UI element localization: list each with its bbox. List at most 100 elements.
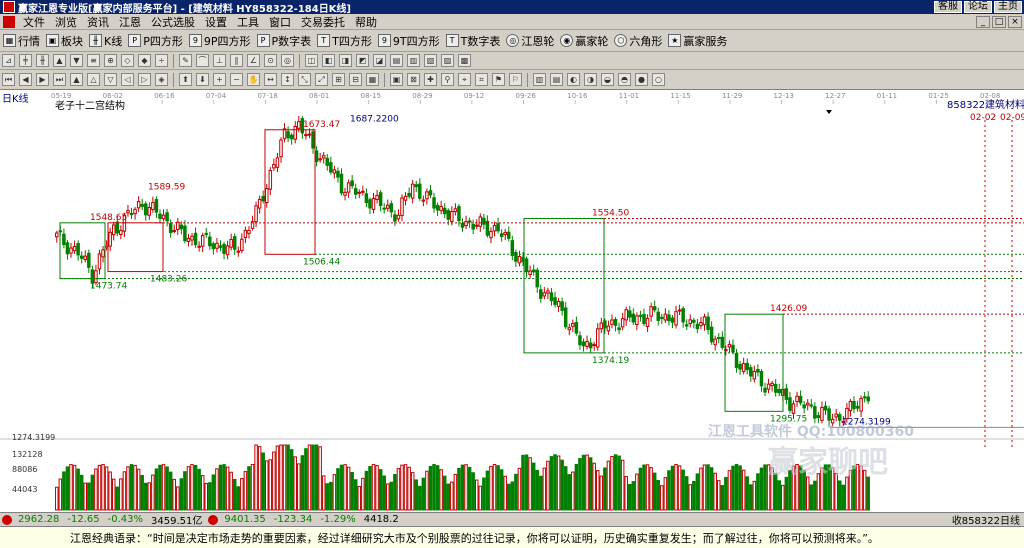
toolbar-sector-button[interactable]: ▣ 板块 <box>46 33 83 49</box>
analysis-tool-icon[interactable]: ⤢ <box>315 73 328 86</box>
analysis-tool-icon[interactable]: ▤ <box>550 73 563 86</box>
drawing-tool-icon[interactable]: ╫ <box>36 54 49 67</box>
drawing-tool-icon[interactable]: ∥ <box>230 54 243 67</box>
drawing-tool-icon[interactable]: ✎ <box>179 54 192 67</box>
candle-body <box>211 243 216 250</box>
analysis-tool-icon[interactable]: △ <box>87 73 100 86</box>
drawing-tool-icon[interactable]: ◎ <box>281 54 294 67</box>
toolbar-9p-square-button[interactable]: 9 9P四方形 <box>188 33 251 49</box>
analysis-tool-icon[interactable]: ▲ <box>70 73 83 86</box>
forum-link[interactable]: 论坛 <box>964 1 992 13</box>
analysis-tool-icon[interactable]: + <box>213 73 226 86</box>
drawing-tool-icon[interactable]: ▨ <box>441 54 454 67</box>
menu-formula-picker[interactable]: 公式选股 <box>146 14 200 30</box>
analysis-tool-icon[interactable]: ● <box>635 73 648 86</box>
drawing-tool-icon[interactable]: ◧ <box>322 54 335 67</box>
drawing-tool-icon[interactable]: ▥ <box>407 54 420 67</box>
menu-info[interactable]: 资讯 <box>82 14 114 30</box>
analysis-tool-icon[interactable]: ⊟ <box>349 73 362 86</box>
drawing-tool-icon[interactable]: ▲ <box>53 54 66 67</box>
toolbar-service-button[interactable]: ★ 赢家服务 <box>668 33 727 49</box>
drawing-tool-icon[interactable]: ⌒ <box>196 54 209 67</box>
analysis-tool-icon[interactable]: ⏭ <box>53 73 66 86</box>
drawing-tool-icon[interactable]: ÷ <box>155 54 168 67</box>
analysis-tool-icon[interactable]: ◈ <box>155 73 168 86</box>
drawing-tool-icon[interactable]: ⊿ <box>2 54 15 67</box>
analysis-tool-icon[interactable]: ⚲ <box>441 73 454 86</box>
customer-service-link[interactable]: 客服 <box>934 1 962 13</box>
kline-chart-area[interactable]: 日K线 老子十二宫结构 858322 建筑材料 02-02 02-09 05-19 06-02… <box>0 90 1024 512</box>
analysis-tool-icon[interactable]: ⬇ <box>196 73 209 86</box>
analysis-tool-icon[interactable]: ◁ <box>121 73 134 86</box>
menu-help[interactable]: 帮助 <box>350 14 382 30</box>
drawing-tool-icon[interactable]: ╪ <box>19 54 32 67</box>
toolbar-t-square-button[interactable]: T T四方形 <box>317 33 372 49</box>
drawing-tool-icon[interactable]: ◩ <box>356 54 369 67</box>
analysis-tool-icon[interactable]: ⚑ <box>492 73 505 86</box>
analysis-tool-icon[interactable]: ◒ <box>601 73 614 86</box>
menu-trading[interactable]: 交易委托 <box>296 14 350 30</box>
analysis-tool-icon[interactable]: ⌗ <box>475 73 488 86</box>
analysis-tool-icon[interactable]: ▽ <box>104 73 117 86</box>
shenzhen-index-icon[interactable] <box>208 514 219 525</box>
analysis-tool-icon[interactable]: ▥ <box>533 73 546 86</box>
analysis-tool-icon[interactable]: ⌖ <box>458 73 471 86</box>
restore-button[interactable]: □ <box>992 15 1006 28</box>
analysis-tool-icon[interactable]: ✚ <box>424 73 437 86</box>
menu-settings[interactable]: 设置 <box>200 14 232 30</box>
toolbar-gann-wheel-button[interactable]: ◎ 江恩轮 <box>506 33 554 49</box>
homepage-link[interactable]: 主页 <box>994 1 1022 13</box>
drawing-tool-icon[interactable]: ▧ <box>424 54 437 67</box>
menu-gann[interactable]: 江恩 <box>114 14 146 30</box>
analysis-tool-icon[interactable]: ◓ <box>618 73 631 86</box>
toolbar-hexagon-button[interactable]: ⬡ 六角形 <box>614 33 662 49</box>
toolbar-t-number-button[interactable]: T T数字表 <box>445 33 500 49</box>
analysis-tool-icon[interactable]: ✋ <box>247 73 260 86</box>
shanghai-index-icon[interactable] <box>2 514 12 525</box>
drawing-tool-icon[interactable]: ◫ <box>305 54 318 67</box>
drawing-tool-icon[interactable]: ◆ <box>138 54 151 67</box>
analysis-tool-icon[interactable]: ▦ <box>366 73 379 86</box>
menu-window[interactable]: 窗口 <box>264 14 296 30</box>
analysis-tool-icon[interactable]: ◑ <box>584 73 597 86</box>
drawing-tool-icon[interactable]: ▤ <box>390 54 403 67</box>
drawing-tool-icon[interactable]: ⊕ <box>104 54 117 67</box>
menu-browse[interactable]: 浏览 <box>50 14 82 30</box>
analysis-tool-icon[interactable]: ⏮ <box>2 73 15 86</box>
toolbar-quotes-button[interactable]: ▦ 行情 <box>3 33 40 49</box>
analysis-tool-icon[interactable]: ▶ <box>36 73 49 86</box>
drawing-tool-icon[interactable]: ◨ <box>339 54 352 67</box>
drawing-tool-icon[interactable]: ▼ <box>70 54 83 67</box>
drawing-tool-icon[interactable]: ≡ <box>87 54 100 67</box>
analysis-tool-icon[interactable]: ⤡ <box>298 73 311 86</box>
kline-chart[interactable]: 日K线老子十二宫结构 858322 建筑材料02-02 02-0905-19 06-02… <box>0 90 1024 512</box>
analysis-tool-icon[interactable]: ⚐ <box>509 73 522 86</box>
toolbar-winner-wheel-button[interactable]: ◉ 赢家轮 <box>560 33 608 49</box>
analysis-tool-icon[interactable]: ⬆ <box>179 73 192 86</box>
analysis-tool-icon[interactable]: ⊞ <box>332 73 345 86</box>
toolbar-p-number-button[interactable]: P P数字表 <box>256 33 311 49</box>
drawing-tool-icon[interactable]: ▩ <box>458 54 471 67</box>
analysis-tool-icon[interactable]: ▷ <box>138 73 151 86</box>
analysis-tool-icon[interactable]: ↕ <box>281 73 294 86</box>
document-icon[interactable] <box>3 15 15 28</box>
close-button[interactable]: × <box>1008 15 1022 28</box>
menu-tools[interactable]: 工具 <box>232 14 264 30</box>
analysis-tool-icon[interactable]: ◐ <box>567 73 580 86</box>
drawing-tool-icon[interactable]: ⊥ <box>213 54 226 67</box>
toolbar-p-square-button[interactable]: P P四方形 <box>128 33 183 49</box>
menu-file[interactable]: 文件 <box>18 14 50 30</box>
analysis-tool-icon[interactable]: ▣ <box>390 73 403 86</box>
toolbar-kline-button[interactable]: ╫ K线 <box>89 33 122 49</box>
analysis-tool-icon[interactable]: ⊠ <box>407 73 420 86</box>
drawing-tool-icon[interactable]: ◪ <box>373 54 386 67</box>
analysis-tool-icon[interactable]: − <box>230 73 243 86</box>
drawing-tool-icon[interactable]: ∠ <box>247 54 260 67</box>
analysis-tool-icon[interactable]: ○ <box>652 73 665 86</box>
drawing-tool-icon[interactable]: ⊙ <box>264 54 277 67</box>
drawing-tool-icon[interactable]: ◇ <box>121 54 134 67</box>
analysis-tool-icon[interactable]: ↔ <box>264 73 277 86</box>
toolbar-9t-square-button[interactable]: 9 9T四方形 <box>377 33 440 49</box>
analysis-tool-icon[interactable]: ◀ <box>19 73 32 86</box>
minimize-button[interactable]: _ <box>976 15 990 28</box>
